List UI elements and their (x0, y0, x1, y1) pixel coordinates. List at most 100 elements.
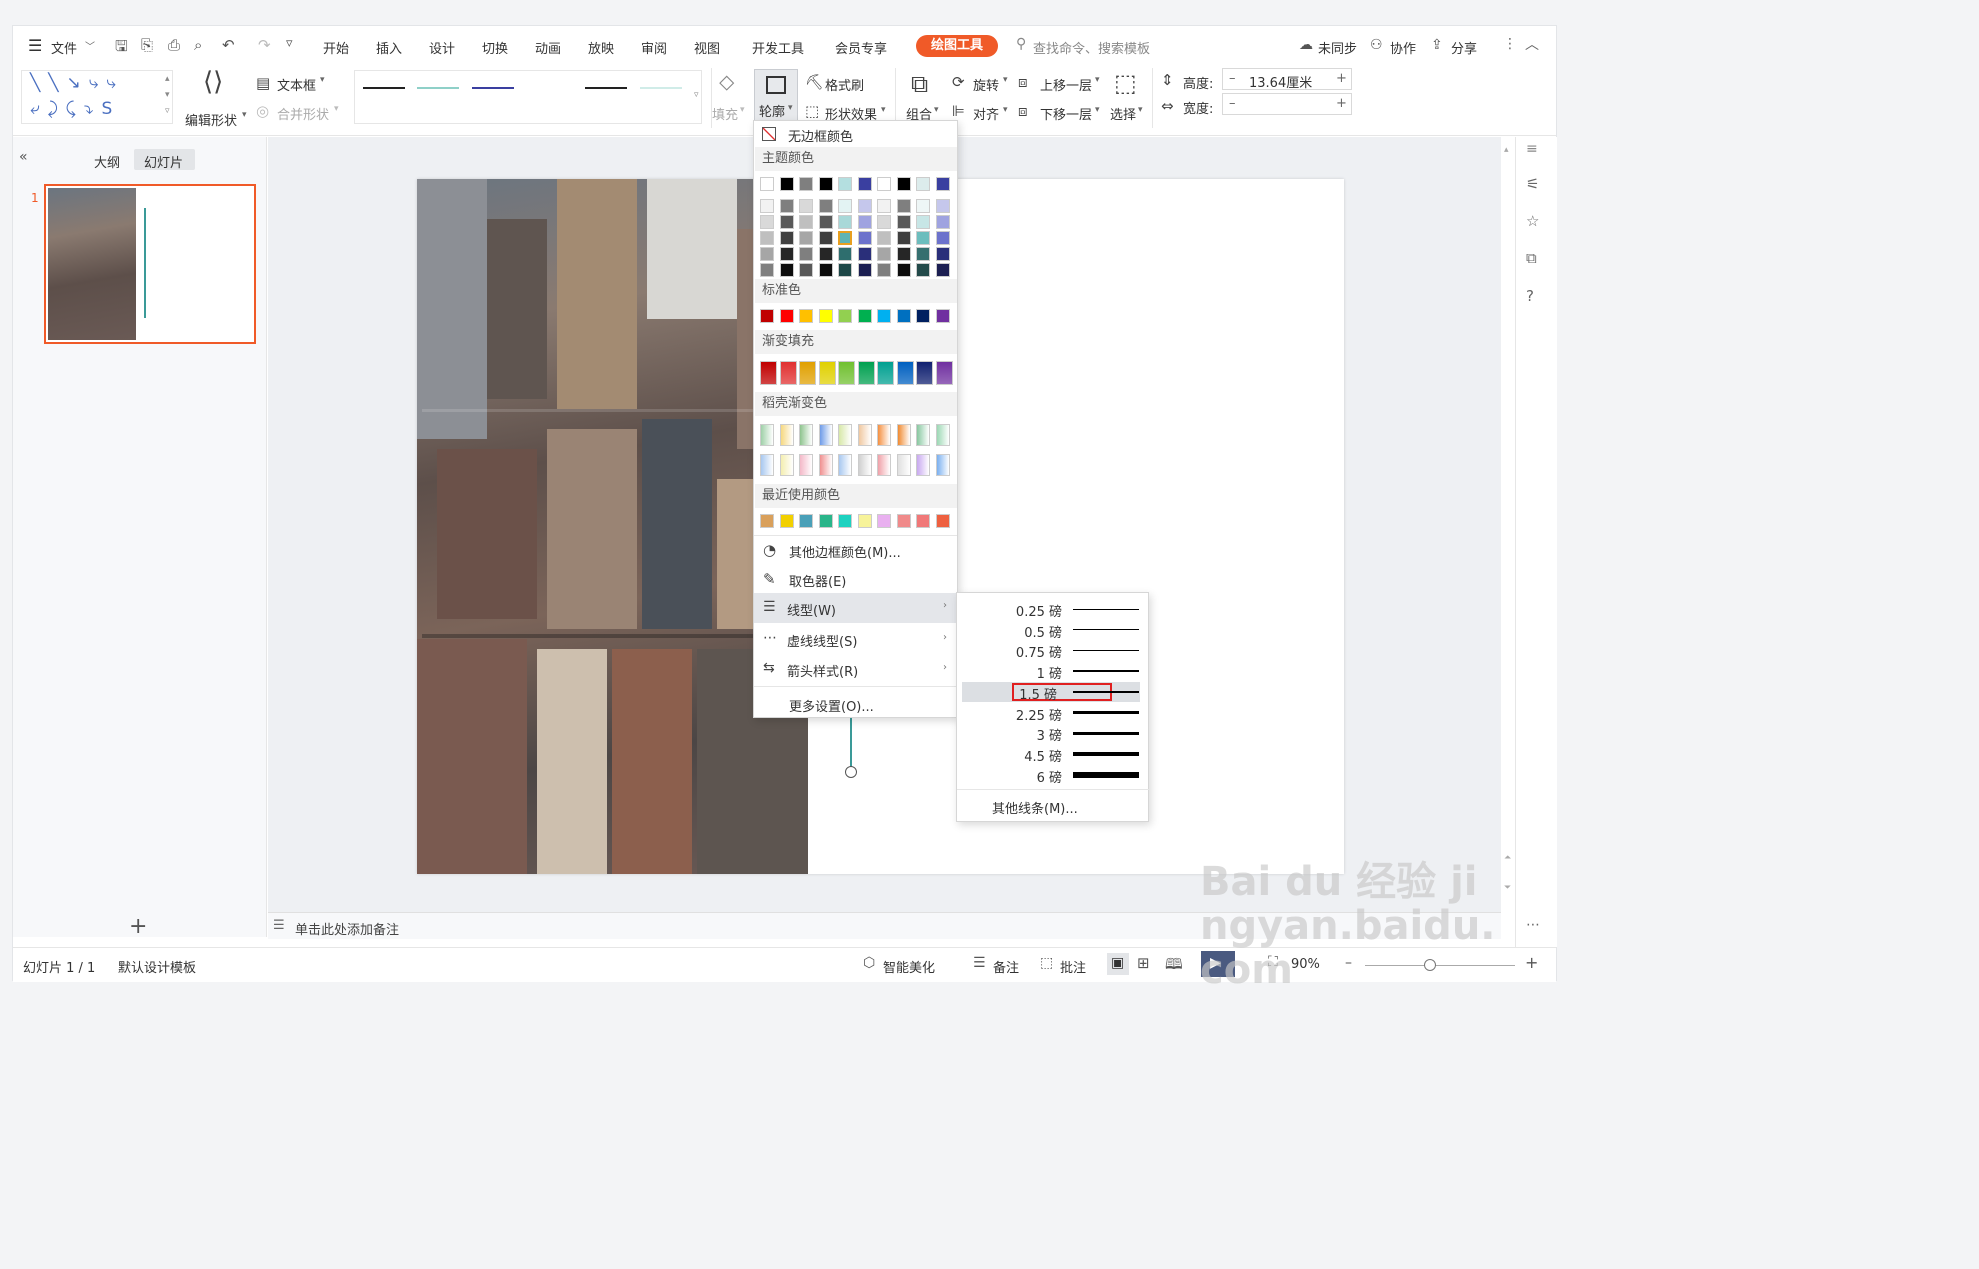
zoom-in-icon[interactable]: + (1525, 953, 1538, 972)
format-painter-button[interactable]: 格式刷 (825, 75, 864, 94)
text-box-button[interactable]: 文本框 (277, 75, 316, 94)
theme-shade-swatch[interactable] (760, 231, 774, 245)
standard-color-swatch[interactable] (779, 309, 794, 323)
theme-shade-swatch[interactable] (838, 199, 852, 213)
theme-shade-swatch[interactable] (779, 199, 794, 213)
theme-shade-swatch[interactable] (818, 247, 833, 261)
line-style-light[interactable] (640, 87, 682, 89)
notes-toggle-button[interactable]: 备注 (993, 957, 1019, 976)
width-field[interactable]: – + (1222, 93, 1352, 115)
collapse-ribbon-icon[interactable]: ︿ (1525, 34, 1539, 54)
theme-shade-swatch[interactable] (935, 215, 950, 229)
theme-shade-swatch[interactable] (779, 215, 794, 229)
hamburger-icon[interactable]: ☰ (28, 36, 42, 55)
gradient-color-swatch[interactable] (818, 361, 836, 385)
fill-bucket-icon[interactable]: ⬦ (719, 70, 734, 95)
theme-shade-swatch[interactable] (935, 247, 950, 261)
line-endpoint-handle[interactable] (845, 766, 857, 778)
daoke-gradient-swatch[interactable] (779, 454, 794, 476)
more-settings-item[interactable]: 更多设置(O)... (789, 696, 874, 715)
add-slide-button[interactable]: + (129, 914, 147, 939)
rotate-button[interactable]: 旋转 (973, 75, 999, 94)
height-decrement[interactable]: – (1229, 71, 1236, 86)
width-decrement[interactable]: – (1229, 96, 1236, 111)
gradient-color-swatch[interactable] (799, 361, 816, 385)
menu-file[interactable]: 文件 (51, 38, 77, 57)
line-style-black-2[interactable] (585, 87, 627, 89)
help-icon[interactable]: ? (1526, 287, 1534, 305)
standard-color-swatch[interactable] (838, 309, 852, 323)
more-border-colors[interactable]: 其他边框颜色(M)... (789, 542, 901, 561)
theme-shade-swatch[interactable] (838, 263, 852, 277)
daoke-gradient-swatch[interactable] (799, 424, 813, 446)
line-weight-option[interactable]: 0.75 磅 (957, 640, 1150, 661)
reading-view-icon[interactable]: 🕮 (1165, 954, 1183, 979)
collab-button[interactable]: 协作 (1390, 38, 1416, 57)
vertical-line-shape[interactable] (850, 718, 852, 770)
gallery-scroll-down-icon[interactable]: ▾ (165, 90, 170, 100)
group-icon[interactable]: ⧉ (911, 70, 928, 98)
line-shapes-icon[interactable]: ╲╲↘⤷⤷ (30, 73, 124, 93)
theme-shade-swatch[interactable] (799, 263, 813, 277)
search-input[interactable]: 查找命令、搜索模板 (1033, 38, 1150, 57)
chevron-down-icon[interactable]: ▾ (320, 75, 325, 85)
tab-member[interactable]: 会员专享 (835, 38, 887, 57)
scroll-up-icon[interactable]: ▴ (1504, 145, 1509, 155)
theme-shade-swatch[interactable] (799, 215, 813, 229)
daoke-gradient-swatch[interactable] (896, 424, 911, 446)
standard-color-swatch[interactable] (916, 309, 930, 323)
theme-shade-swatch[interactable] (896, 263, 911, 277)
theme-shade-swatch[interactable] (877, 215, 891, 229)
preview-icon[interactable]: ⌕ (194, 36, 202, 54)
gallery-expand-icon[interactable]: ▿ (694, 90, 699, 100)
chevron-down-icon[interactable]: ▾ (1003, 75, 1008, 85)
theme-shade-swatch[interactable] (896, 247, 911, 261)
chevron-down-icon[interactable]: ▾ (334, 104, 339, 114)
sync-button[interactable]: 未同步 (1318, 38, 1357, 57)
tab-slideshow[interactable]: 放映 (588, 38, 614, 57)
tab-view[interactable]: 视图 (694, 38, 720, 57)
theme-color-swatch[interactable] (799, 177, 813, 191)
align-button[interactable]: 对齐 (973, 104, 999, 123)
theme-shade-swatch[interactable] (760, 215, 774, 229)
daoke-gradient-swatch[interactable] (838, 454, 852, 476)
line-style-black[interactable] (363, 87, 405, 89)
bring-forward-button[interactable]: 上移一层 (1040, 75, 1092, 94)
shape-gallery[interactable]: ╲╲↘⤷⤷ ⤶⤸⤹⤵S (21, 70, 173, 124)
theme-color-swatch[interactable] (935, 177, 950, 191)
theme-color-swatch[interactable] (779, 177, 794, 191)
daoke-gradient-swatch[interactable] (857, 424, 872, 446)
recent-color-swatch[interactable] (916, 514, 930, 528)
gallery-scroll-up-icon[interactable]: ▴ (165, 74, 170, 84)
daoke-gradient-swatch[interactable] (838, 424, 852, 446)
recent-color-swatch[interactable] (857, 514, 872, 528)
daoke-gradient-swatch[interactable] (760, 424, 774, 446)
theme-color-swatch[interactable] (896, 177, 911, 191)
standard-color-swatch[interactable] (896, 309, 911, 323)
theme-shade-swatch[interactable] (916, 247, 930, 261)
gradient-color-swatch[interactable] (896, 361, 914, 385)
theme-shade-swatch[interactable] (779, 231, 794, 245)
recent-color-swatch[interactable] (779, 514, 794, 528)
prev-slide-icon[interactable]: ⏶ (1504, 853, 1511, 863)
theme-color-swatch[interactable] (857, 177, 872, 191)
theme-shade-swatch[interactable] (935, 231, 950, 245)
theme-shade-swatch[interactable] (877, 199, 891, 213)
gradient-color-swatch[interactable] (877, 361, 894, 385)
line-weight-option[interactable]: 6 磅 (957, 765, 1150, 786)
theme-shade-swatch[interactable] (935, 199, 950, 213)
more-icon[interactable]: ⋮ (1503, 36, 1517, 52)
theme-shade-swatch[interactable] (857, 231, 872, 245)
line-style-teal[interactable] (417, 87, 459, 89)
height-field[interactable]: – 13.64厘米 + (1222, 68, 1352, 91)
theme-shade-swatch[interactable] (838, 231, 852, 245)
theme-shade-swatch[interactable] (857, 247, 872, 261)
line-weight-option[interactable]: 1.5 磅 (962, 681, 1140, 703)
theme-shade-swatch[interactable] (799, 199, 813, 213)
daoke-gradient-swatch[interactable] (818, 424, 833, 446)
tab-developer[interactable]: 开发工具 (752, 38, 804, 57)
line-weight-option[interactable]: 2.25 磅 (957, 703, 1150, 724)
theme-shade-swatch[interactable] (838, 247, 852, 261)
standard-color-swatch[interactable] (877, 309, 891, 323)
customize-icon[interactable]: ▿ (286, 36, 293, 51)
